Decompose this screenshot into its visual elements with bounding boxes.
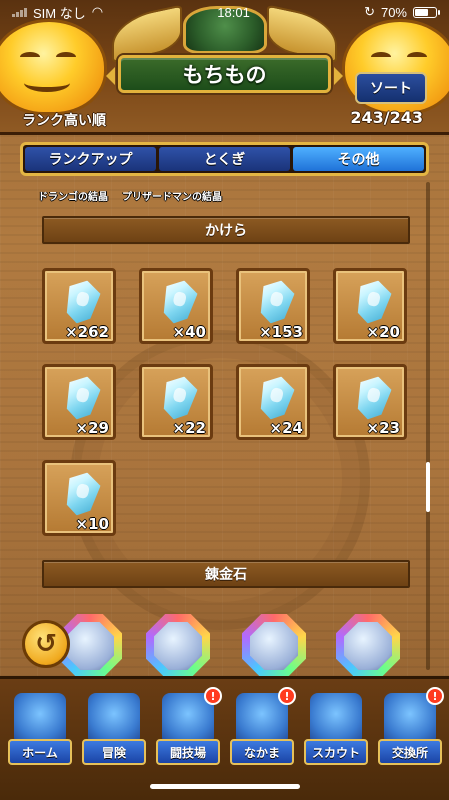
nav-label: 闘技場 <box>156 739 220 765</box>
bottom-navigation: ホーム 冒険 闘技場! なかま! スカウト 交換所! <box>0 676 449 800</box>
crystal-fragment-icon <box>255 373 297 423</box>
notification-badge: ! <box>204 687 222 705</box>
nav-label: なかま <box>230 739 294 765</box>
sort-button[interactable]: ソート <box>355 72 427 104</box>
item-name: ドランゴの結晶 <box>38 192 108 203</box>
alchemy-stone-item[interactable] <box>336 614 400 678</box>
item-quantity: ×20 <box>366 323 400 341</box>
nav-label: 交換所 <box>378 739 442 765</box>
battery-fill <box>415 8 429 16</box>
tent-icon <box>14 693 66 745</box>
status-bar: SIM なし ◠ 18:01 ↻ 70% <box>0 0 449 24</box>
scrollbar[interactable] <box>426 182 430 670</box>
crystal-fragment-icon <box>158 277 200 327</box>
home-indicator <box>150 784 300 789</box>
carrier-label: SIM なし <box>33 5 86 21</box>
previous-row-labels: ドランゴの結晶 プリザードマンの結晶 <box>38 188 222 203</box>
battery-icon <box>413 6 440 18</box>
nav-item[interactable]: 交換所! <box>378 687 444 773</box>
battery-percent: 70% <box>380 4 407 20</box>
nav-label: 冒険 <box>82 739 146 765</box>
crystal-fragment-icon <box>158 373 200 423</box>
clock: 18:01 <box>217 4 250 20</box>
fragment-item[interactable]: ×10 <box>42 460 116 536</box>
signal-icon <box>12 7 27 17</box>
item-quantity: ×262 <box>65 323 109 341</box>
crystal-fragment-icon <box>352 373 394 423</box>
fragment-item[interactable]: ×262 <box>42 268 116 344</box>
tab-skills[interactable]: とくぎ <box>159 147 290 171</box>
item-quantity: ×22 <box>172 419 206 437</box>
item-name: プリザードマンの結晶 <box>122 192 222 203</box>
category-tabs: ランクアップ とくぎ その他 <box>20 142 429 176</box>
fragment-item[interactable]: ×22 <box>139 364 213 440</box>
item-quantity: ×24 <box>269 419 303 437</box>
tab-other[interactable]: その他 <box>293 147 424 171</box>
nav-item[interactable]: 冒険 <box>82 693 146 773</box>
sort-order-label: ランク高い順 <box>22 113 106 129</box>
nav-item[interactable]: なかま! <box>230 687 296 773</box>
crystal-fragment-icon <box>352 277 394 327</box>
notification-badge: ! <box>278 687 296 705</box>
scout-icon <box>310 693 362 745</box>
fragment-item[interactable]: ×153 <box>236 268 310 344</box>
alchemy-stone-item[interactable] <box>242 614 306 678</box>
tab-rank-up[interactable]: ランクアップ <box>25 147 156 171</box>
notification-badge: ! <box>426 687 444 705</box>
page-title: もちもの <box>106 55 343 93</box>
crystal-fragment-icon <box>61 277 103 327</box>
wagon-icon <box>88 693 140 745</box>
item-quantity: ×29 <box>75 419 109 437</box>
fragment-item[interactable]: ×24 <box>236 364 310 440</box>
item-list: ドランゴの結晶 プリザードマンの結晶 かけら ×262 ×40 ×153 ×20 ×29… <box>34 176 416 676</box>
item-quantity: ×40 <box>172 323 206 341</box>
item-count: 243/243 <box>350 108 423 127</box>
nav-item[interactable]: ホーム <box>8 693 72 773</box>
crystal-fragment-icon <box>255 277 297 327</box>
section-header-fragments: かけら <box>42 216 410 244</box>
alchemy-stone-item[interactable] <box>146 614 210 678</box>
crystal-fragment-icon <box>61 373 103 423</box>
crystal-fragment-icon <box>61 469 103 519</box>
scroll-thumb[interactable] <box>426 462 430 512</box>
item-quantity: ×153 <box>259 323 303 341</box>
nav-item[interactable]: 闘技場! <box>156 687 222 773</box>
fragment-item[interactable]: ×23 <box>333 364 407 440</box>
fragment-item[interactable]: ×29 <box>42 364 116 440</box>
nav-label: ホーム <box>8 739 72 765</box>
fragment-item[interactable]: ×20 <box>333 268 407 344</box>
back-arrow-icon: ↺ <box>35 629 57 659</box>
fragment-item[interactable]: ×40 <box>139 268 213 344</box>
wifi-icon: ◠ <box>91 4 104 19</box>
section-header-alchemy-stones: 錬金石 <box>42 560 410 588</box>
back-button[interactable]: ↺ <box>22 620 70 668</box>
item-quantity: ×10 <box>75 515 109 533</box>
nav-item[interactable]: スカウト <box>304 693 368 773</box>
item-quantity: ×23 <box>366 419 400 437</box>
slime-mascot-left <box>0 22 104 112</box>
orientation-lock-icon: ↻ <box>364 4 375 19</box>
nav-label: スカウト <box>304 739 368 765</box>
